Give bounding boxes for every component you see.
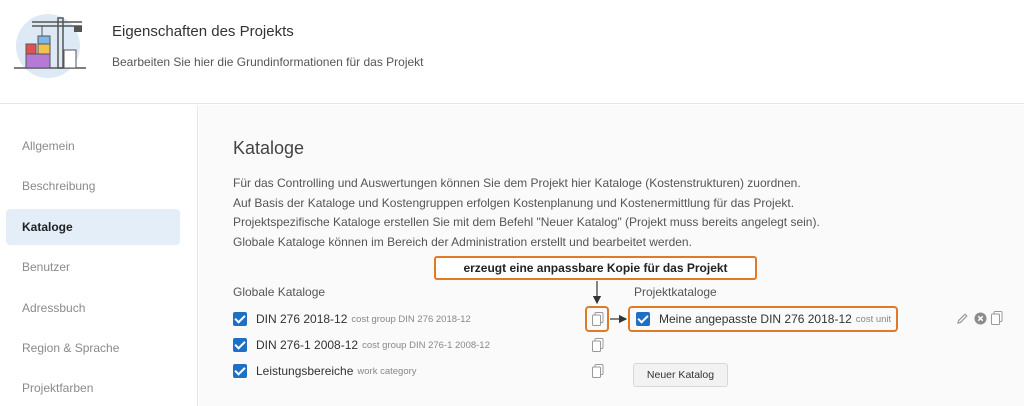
catalog-name: DIN 276 2018-12 bbox=[256, 312, 348, 326]
callout-label: erzeugt eine anpassbare Kopie für das Pr… bbox=[434, 256, 757, 280]
copy-icon[interactable] bbox=[592, 364, 604, 378]
catalog-name: DIN 276-1 2008-12 bbox=[256, 338, 359, 352]
description-line: Für das Controlling und Auswertungen kön… bbox=[233, 176, 801, 190]
section-description: Für das Controlling und Auswertungen kön… bbox=[233, 174, 913, 252]
project-catalogs-heading: Projektkataloge bbox=[634, 285, 717, 299]
copy-icon[interactable] bbox=[592, 338, 604, 352]
page-header: Eigenschaften des Projekts Bearbeiten Si… bbox=[0, 0, 1024, 104]
sidebar-item-kataloge[interactable]: Kataloge bbox=[6, 209, 180, 245]
catalog-meta: cost unit bbox=[855, 313, 892, 325]
catalog-checkbox[interactable] bbox=[636, 312, 650, 326]
sidebar-item-benutzer[interactable]: Benutzer bbox=[6, 249, 180, 285]
delete-icon[interactable] bbox=[974, 312, 987, 325]
catalog-meta: cost group DIN 276-1 2008-12 bbox=[362, 339, 490, 351]
new-catalog-button[interactable]: Neuer Katalog bbox=[633, 363, 728, 387]
catalog-checkbox[interactable] bbox=[233, 364, 247, 378]
catalog-meta: cost group DIN 276 2018-12 bbox=[351, 313, 471, 325]
sidebar-item-allgemein[interactable]: Allgemein bbox=[6, 128, 180, 164]
catalog-name: Meine angepasste DIN 276 2018-12 bbox=[659, 312, 852, 326]
copy-highlight-box bbox=[585, 306, 609, 332]
catalog-checkbox[interactable] bbox=[233, 312, 247, 326]
sidebar-item-region-sprache[interactable]: Region & Sprache bbox=[6, 330, 180, 366]
section-title: Kataloge bbox=[233, 138, 305, 158]
global-catalog-row: DIN 276 2018-12 cost group DIN 276 2018-… bbox=[233, 309, 471, 329]
sidebar-item-beschreibung[interactable]: Beschreibung bbox=[6, 168, 180, 204]
project-catalog-row: Meine angepasste DIN 276 2018-12 cost un… bbox=[636, 309, 891, 329]
global-catalog-row: Leistungsbereiche work category bbox=[233, 361, 417, 381]
sidebar: Allgemein Beschreibung Kataloge Benutzer… bbox=[0, 105, 198, 406]
page-subtitle: Bearbeiten Sie hier die Grundinformation… bbox=[112, 55, 424, 69]
catalog-meta: work category bbox=[357, 365, 417, 377]
edit-icon[interactable] bbox=[956, 312, 969, 325]
description-line: Projektspezifische Kataloge erstellen Si… bbox=[233, 215, 820, 229]
description-line: Globale Kataloge können im Bereich der A… bbox=[233, 234, 692, 249]
copy-icon[interactable] bbox=[991, 311, 1003, 325]
global-catalogs-heading: Globale Kataloge bbox=[233, 285, 326, 299]
global-catalog-row: DIN 276-1 2008-12 cost group DIN 276-1 2… bbox=[233, 335, 490, 355]
sidebar-item-projektfarben[interactable]: Projektfarben bbox=[6, 370, 180, 406]
description-line: Auf Basis der Kataloge und Kostengruppen… bbox=[233, 195, 795, 210]
sidebar-item-adressbuch[interactable]: Adressbuch bbox=[6, 290, 180, 326]
catalog-checkbox[interactable] bbox=[233, 338, 247, 352]
catalog-name: Leistungsbereiche bbox=[256, 364, 354, 378]
construction-site-icon bbox=[14, 14, 86, 78]
page-title: Eigenschaften des Projekts bbox=[112, 23, 294, 40]
